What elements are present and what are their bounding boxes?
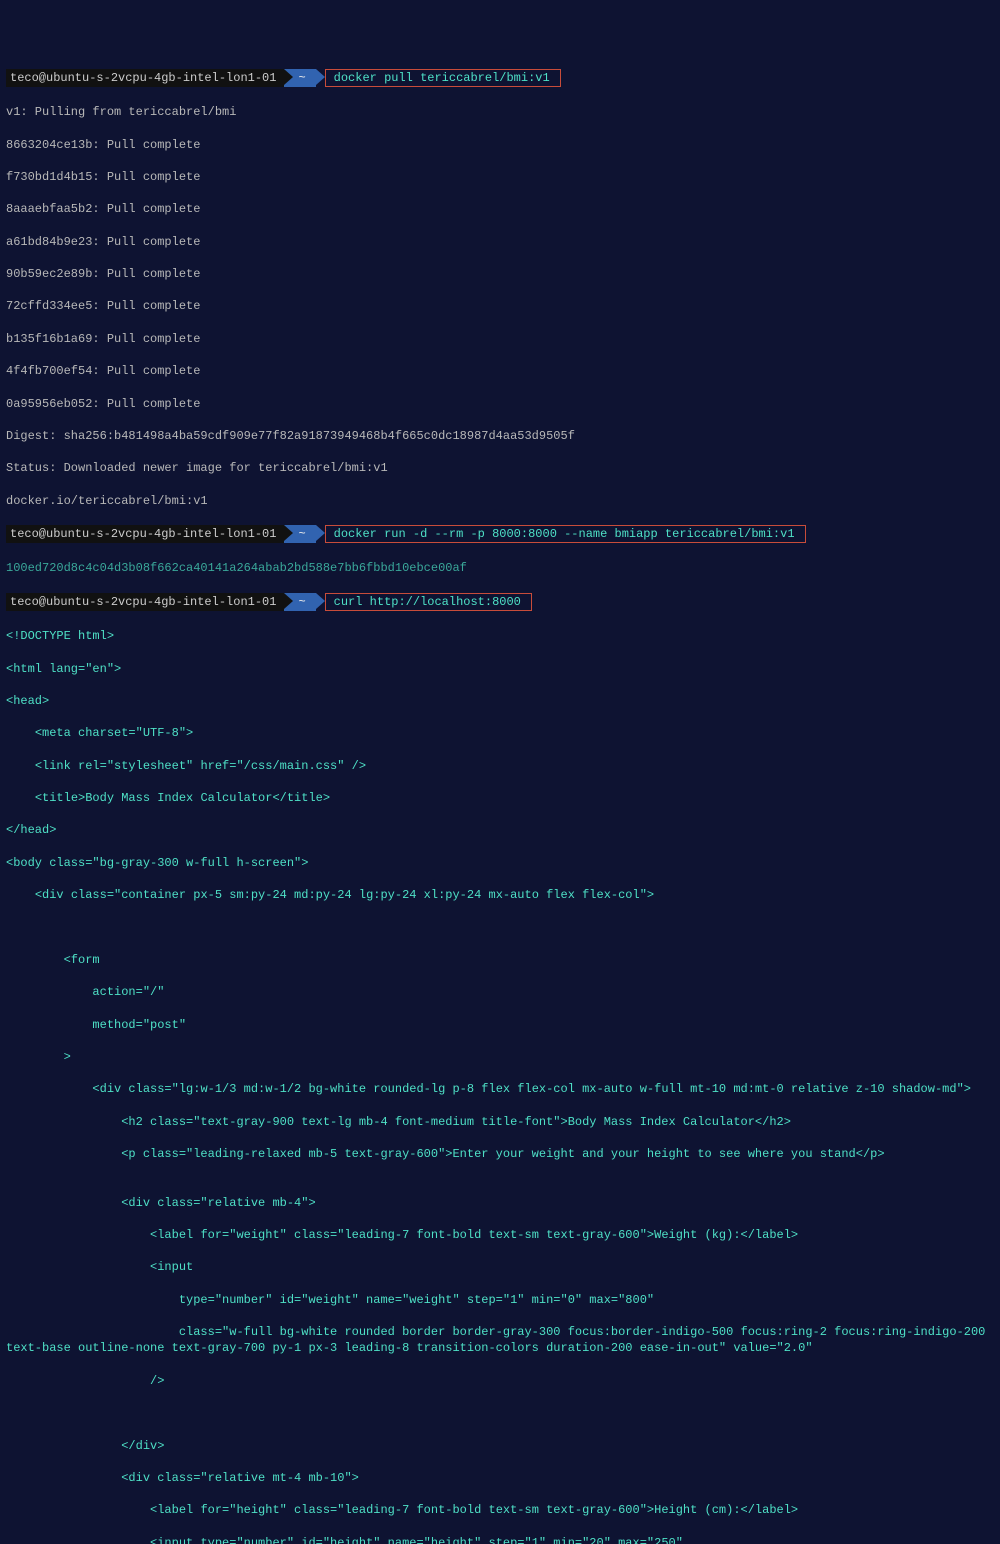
curl-output: <label for="height" class="leading-7 fon… xyxy=(6,1502,994,1518)
curl-output: <!DOCTYPE html> xyxy=(6,628,994,644)
curl-output: <div class="relative mb-4"> xyxy=(6,1195,994,1211)
curl-output: /> xyxy=(6,1373,994,1389)
curl-output: action="/" xyxy=(6,984,994,1000)
curl-output: </div> xyxy=(6,1438,994,1454)
curl-output: <html lang="en"> xyxy=(6,661,994,677)
prompt-line-3: teco@ubuntu-s-2vcpu-4gb-intel-lon1-01 ~ … xyxy=(6,593,994,611)
curl-output: type="number" id="weight" name="weight" … xyxy=(6,1292,994,1308)
pull-output: f730bd1d4b15: Pull complete xyxy=(6,169,994,185)
pull-status: Status: Downloaded newer image for teric… xyxy=(6,460,994,476)
curl-output: <h2 class="text-gray-900 text-lg mb-4 fo… xyxy=(6,1114,994,1130)
curl-output: <label for="weight" class="leading-7 fon… xyxy=(6,1227,994,1243)
curl-output: <meta charset="UTF-8"> xyxy=(6,725,994,741)
user-host: teco@ubuntu-s-2vcpu-4gb-intel-lon1-01 xyxy=(6,525,284,543)
curl-output: <head> xyxy=(6,693,994,709)
curl-output: <div class="lg:w-1/3 md:w-1/2 bg-white r… xyxy=(6,1081,994,1097)
command-2-box: docker run -d --rm -p 8000:8000 --name b… xyxy=(325,525,806,543)
pull-ref: docker.io/tericcabrel/bmi:v1 xyxy=(6,493,994,509)
user-host: teco@ubuntu-s-2vcpu-4gb-intel-lon1-01 xyxy=(6,593,284,611)
pull-output: v1: Pulling from tericcabrel/bmi xyxy=(6,104,994,120)
curl-output: <body class="bg-gray-300 w-full h-screen… xyxy=(6,855,994,871)
pull-output: b135f16b1a69: Pull complete xyxy=(6,331,994,347)
curl-output: </head> xyxy=(6,822,994,838)
curl-output: > xyxy=(6,1049,994,1065)
curl-output xyxy=(6,920,994,936)
curl-output: class="w-full bg-white rounded border bo… xyxy=(6,1324,994,1356)
curl-output: <form xyxy=(6,952,994,968)
user-host: teco@ubuntu-s-2vcpu-4gb-intel-lon1-01 xyxy=(6,69,284,87)
command-1[interactable]: docker pull tericcabrel/bmi:v1 xyxy=(332,71,552,85)
curl-output: method="post" xyxy=(6,1017,994,1033)
curl-output: <input xyxy=(6,1259,994,1275)
curl-output xyxy=(6,1405,994,1421)
command-1-box: docker pull tericcabrel/bmi:v1 xyxy=(325,69,561,87)
command-2[interactable]: docker run -d --rm -p 8000:8000 --name b… xyxy=(332,527,797,541)
pull-output: 0a95956eb052: Pull complete xyxy=(6,396,994,412)
pull-output: a61bd84b9e23: Pull complete xyxy=(6,234,994,250)
curl-output: <div class="container px-5 sm:py-24 md:p… xyxy=(6,887,994,903)
prompt-line-1: teco@ubuntu-s-2vcpu-4gb-intel-lon1-01 ~ … xyxy=(6,69,994,87)
pull-output: 72cffd334ee5: Pull complete xyxy=(6,298,994,314)
curl-output: <title>Body Mass Index Calculator</title… xyxy=(6,790,994,806)
pull-digest: Digest: sha256:b481498a4ba59cdf909e77f82… xyxy=(6,428,994,444)
curl-output: <input type="number" id="height" name="h… xyxy=(6,1535,994,1544)
pull-output: 8663204ce13b: Pull complete xyxy=(6,137,994,153)
pull-output: 90b59ec2e89b: Pull complete xyxy=(6,266,994,282)
pull-output: 8aaaebfaa5b2: Pull complete xyxy=(6,201,994,217)
curl-output: <link rel="stylesheet" href="/css/main.c… xyxy=(6,758,994,774)
curl-output: <p class="leading-relaxed mb-5 text-gray… xyxy=(6,1146,994,1162)
command-3[interactable]: curl http://localhost:8000 xyxy=(332,595,523,609)
prompt-line-2: teco@ubuntu-s-2vcpu-4gb-intel-lon1-01 ~ … xyxy=(6,525,994,543)
pull-output: 4f4fb700ef54: Pull complete xyxy=(6,363,994,379)
curl-output: <div class="relative mt-4 mb-10"> xyxy=(6,1470,994,1486)
command-3-box: curl http://localhost:8000 xyxy=(325,593,532,611)
run-container-id: 100ed720d8c4c04d3b08f662ca40141a264abab2… xyxy=(6,560,994,576)
